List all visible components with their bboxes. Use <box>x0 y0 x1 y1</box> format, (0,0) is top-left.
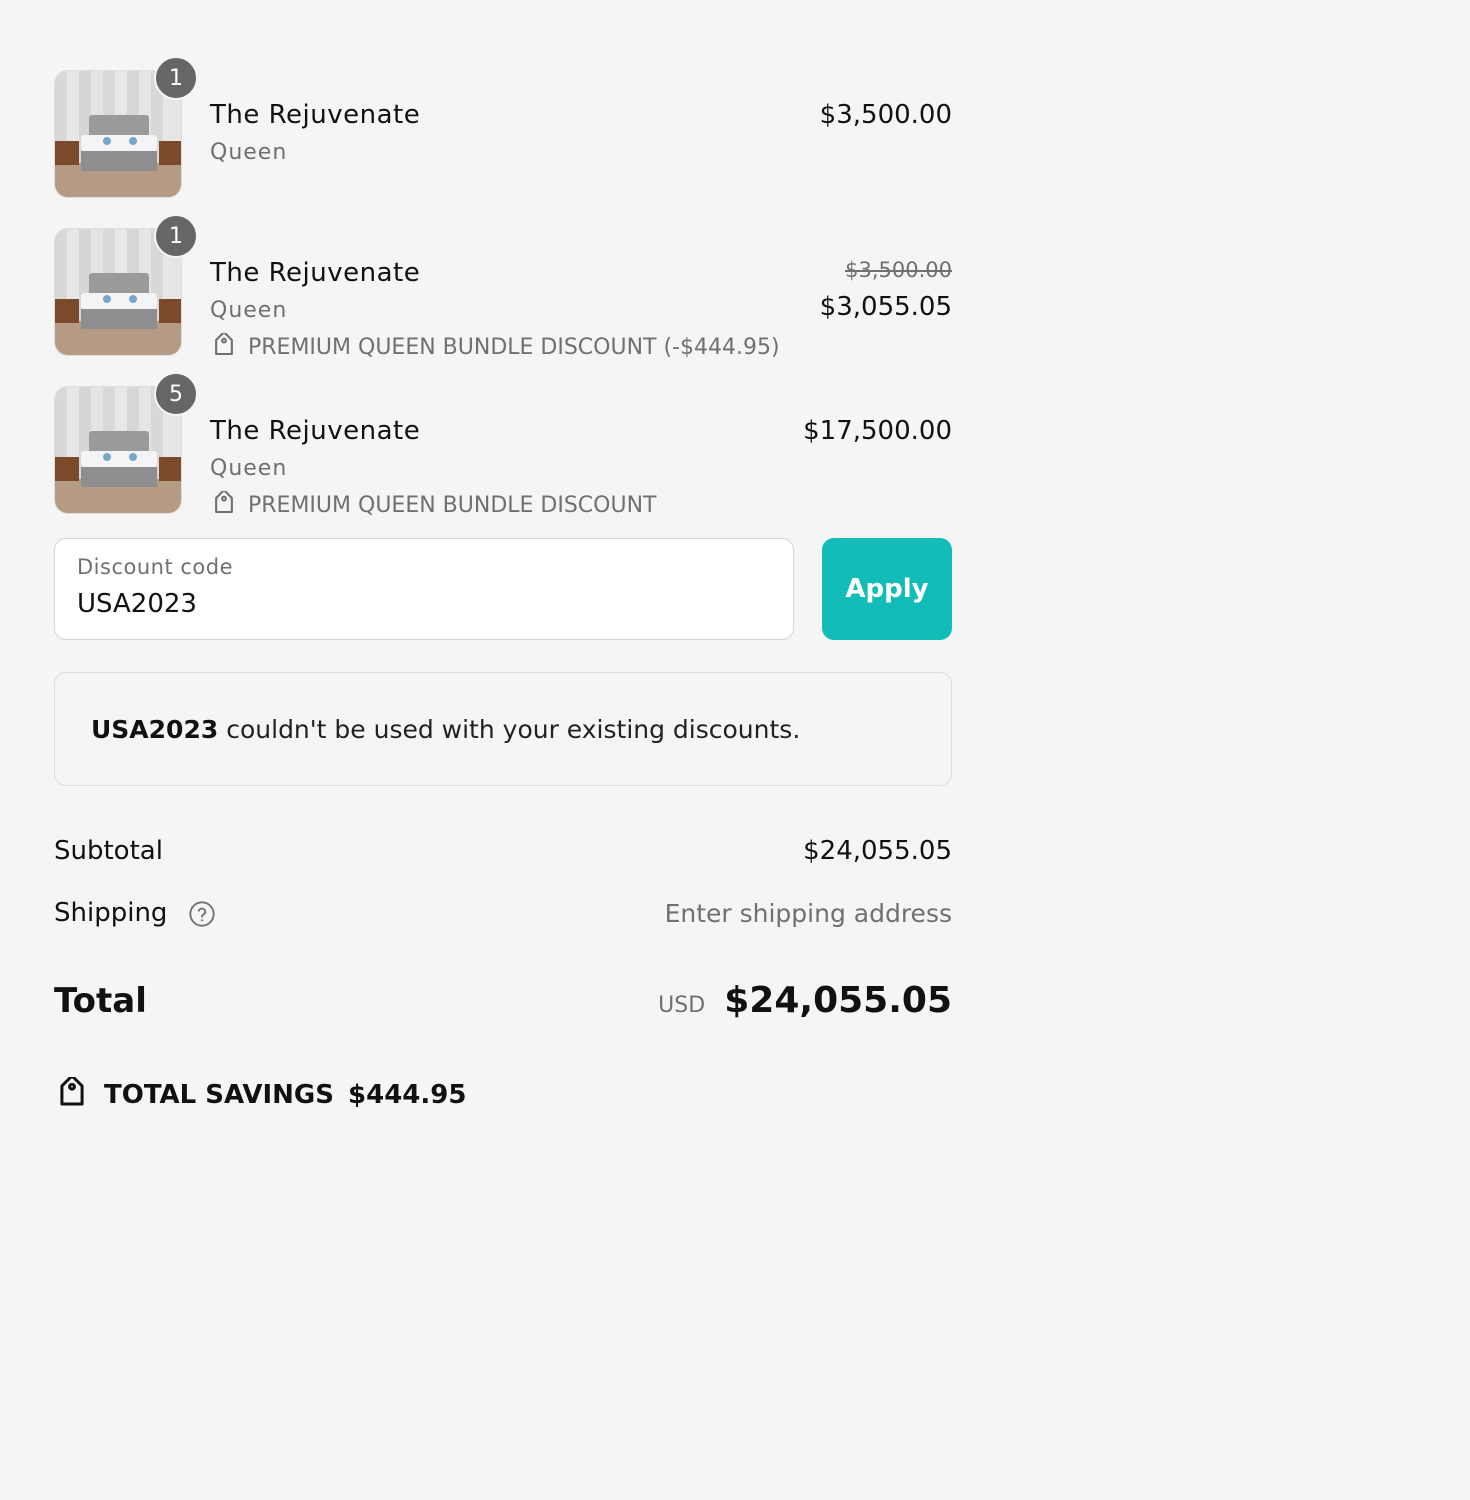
quantity-badge: 1 <box>154 56 198 100</box>
total-value: $24,055.05 <box>724 980 952 1021</box>
price: $3,500.00 <box>819 100 952 130</box>
item-info: The Rejuvenate Queen PREMIUM QUEEN BUNDL… <box>210 372 952 530</box>
total-amount: USD $24,055.05 <box>658 980 952 1021</box>
item-price: $3,500.00 $3,055.05 <box>820 258 952 322</box>
discount-error-message: USA2023 couldn't be used with your exist… <box>54 672 952 786</box>
savings-value: $444.95 <box>348 1080 467 1110</box>
quantity-badge: 5 <box>154 372 198 416</box>
line-item: 5 The Rejuvenate Queen PREMIUM QUEEN BUN… <box>54 372 952 530</box>
tag-icon <box>215 333 233 356</box>
original-price: $3,500.00 <box>845 258 952 282</box>
error-text: couldn't be used with your existing disc… <box>226 714 801 744</box>
item-price: $17,500.00 <box>803 416 952 446</box>
line-item: 1 The Rejuvenate Queen PREMIUM QUEEN BUN… <box>54 214 952 372</box>
discount-label: PREMIUM QUEEN BUNDLE DISCOUNT (-$444.95) <box>248 334 780 360</box>
line-item: 1 The Rejuvenate Queen $3,500.00 <box>54 56 952 214</box>
product-thumbnail-wrap: 1 <box>54 56 198 198</box>
shipping-label: Shipping <box>54 898 168 928</box>
discounted-price: $3,055.05 <box>819 292 952 322</box>
tag-icon <box>215 491 233 514</box>
shipping-label-wrap: Shipping <box>54 898 216 928</box>
subtotal-label: Subtotal <box>54 836 163 866</box>
discount-code-field[interactable]: Discount code <box>54 538 794 640</box>
product-thumbnail-wrap: 5 <box>54 372 198 514</box>
price: $17,500.00 <box>803 416 952 446</box>
tag-icon <box>60 1077 84 1106</box>
error-code: USA2023 <box>91 714 219 744</box>
item-discount: PREMIUM QUEEN BUNDLE DISCOUNT <box>210 491 952 519</box>
discount-code-row: Discount code Apply <box>54 538 952 642</box>
savings-label: TOTAL SAVINGS <box>104 1080 335 1110</box>
shipping-row: Shipping Enter shipping address <box>54 898 952 928</box>
apply-button[interactable]: Apply <box>822 538 952 640</box>
total-row: Total USD $24,055.05 <box>54 980 952 1021</box>
total-savings-row: TOTAL SAVINGS $444.95 <box>54 1077 952 1113</box>
item-price: $3,500.00 <box>820 100 952 130</box>
total-label: Total <box>54 980 147 1021</box>
order-summary: 1 The Rejuvenate Queen $3,500.00 1 The R… <box>54 56 952 1113</box>
item-variant: Queen <box>210 456 288 481</box>
discount-label: PREMIUM QUEEN BUNDLE DISCOUNT <box>248 492 657 518</box>
item-info: The Rejuvenate Queen <box>210 56 952 214</box>
discount-code-input[interactable] <box>77 589 771 619</box>
subtotal-row: Subtotal $24,055.05 <box>54 836 952 866</box>
item-discount: PREMIUM QUEEN BUNDLE DISCOUNT (-$444.95) <box>210 333 952 361</box>
discount-code-label: Discount code <box>77 555 234 579</box>
subtotal-value: $24,055.05 <box>803 836 952 866</box>
item-variant: Queen <box>210 140 288 165</box>
currency-code: USD <box>658 993 706 1018</box>
help-circle-icon[interactable] <box>188 900 216 928</box>
shipping-value: Enter shipping address <box>664 898 952 928</box>
product-thumbnail-wrap: 1 <box>54 214 198 356</box>
quantity-badge: 1 <box>154 214 198 258</box>
